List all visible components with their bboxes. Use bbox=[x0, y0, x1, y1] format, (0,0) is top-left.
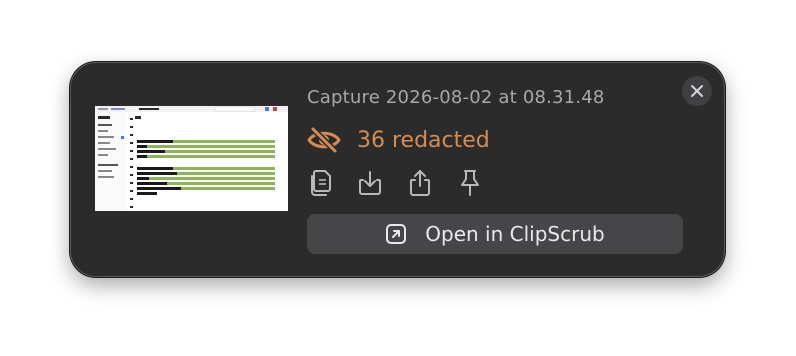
action-bar bbox=[307, 169, 507, 197]
capture-title: Capture 2026-08-02 at 08.31.48 bbox=[307, 87, 605, 108]
capture-thumbnail[interactable] bbox=[95, 106, 288, 211]
save-button[interactable] bbox=[357, 169, 383, 197]
share-button[interactable] bbox=[407, 169, 433, 197]
share-icon bbox=[410, 170, 430, 196]
redacted-count: 36 redacted bbox=[357, 127, 490, 153]
save-icon bbox=[359, 171, 381, 195]
eye-slash-icon bbox=[307, 126, 341, 154]
pin-button[interactable] bbox=[457, 169, 483, 197]
open-external-icon bbox=[386, 224, 407, 244]
capture-panel: Capture 2026-08-02 at 08.31.48 36 redact… bbox=[70, 62, 725, 277]
close-button[interactable] bbox=[682, 76, 712, 106]
copy-button[interactable] bbox=[307, 169, 333, 197]
pin-icon bbox=[461, 170, 479, 196]
close-icon bbox=[691, 85, 703, 97]
redaction-status: 36 redacted bbox=[307, 125, 490, 155]
copy-icon bbox=[311, 170, 331, 196]
open-in-app-button[interactable]: Open in ClipScrub bbox=[307, 214, 683, 254]
open-button-label: Open in ClipScrub bbox=[425, 222, 605, 246]
